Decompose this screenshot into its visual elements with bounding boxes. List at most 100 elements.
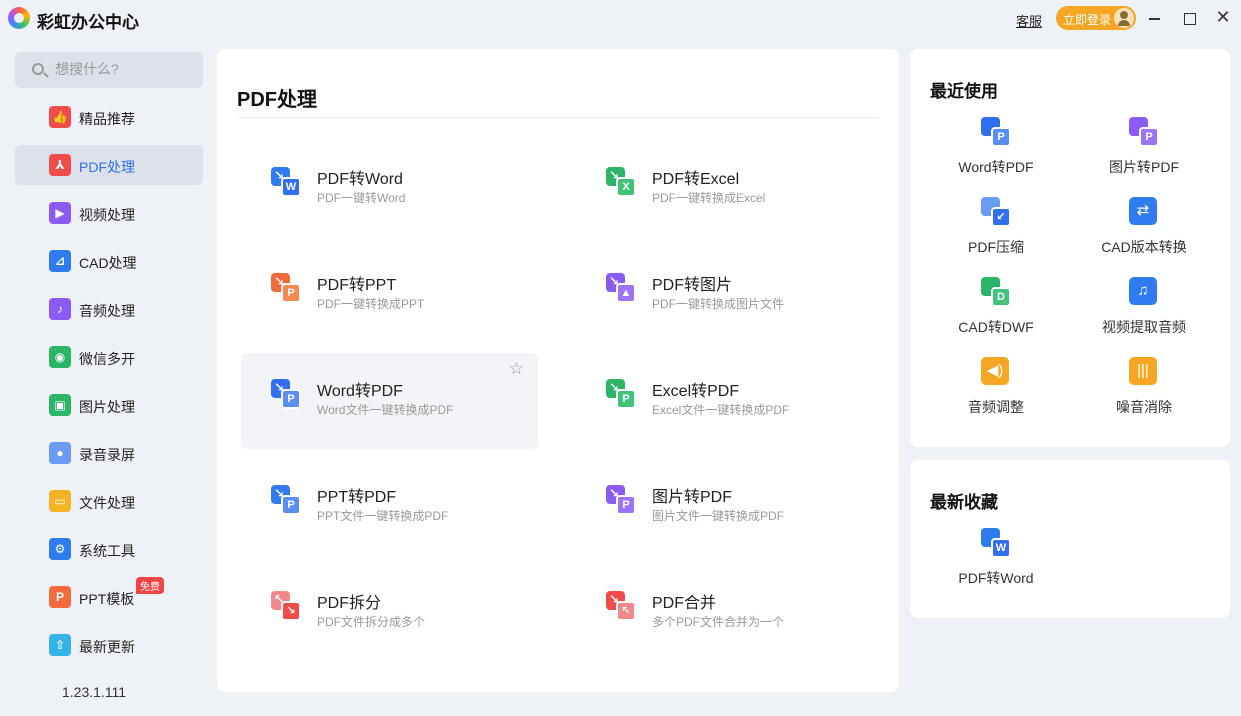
tool-name: PDF合并 bbox=[652, 595, 717, 612]
version-label: 1.23.1.111 bbox=[62, 684, 127, 700]
sidebar-item-label: 精品推荐 bbox=[79, 111, 135, 127]
sidebar-item[interactable]: ⅄ PDF处理 bbox=[15, 145, 203, 185]
app-title: 彩虹办公中心 bbox=[37, 13, 139, 32]
sidebar-item[interactable]: ⇧ 最新更新 bbox=[15, 625, 203, 665]
sidebar-item[interactable]: ▶ 视频处理 bbox=[15, 193, 203, 233]
recent-item-label: 音频调整 bbox=[968, 399, 1024, 415]
sidebar-item-label: PPT模板 bbox=[79, 591, 135, 607]
login-label: 立即登录 bbox=[1063, 13, 1112, 27]
tool-card[interactable]: ↘ P Word转PDF Word文件一键转换成PDF ☆ bbox=[241, 353, 538, 449]
tool-icon: ⇄ bbox=[1129, 197, 1157, 225]
login-button[interactable]: 立即登录 bbox=[1056, 6, 1136, 30]
tool-card[interactable]: ↘ P 图片转PDF 图片文件一键转换成PDF bbox=[576, 459, 873, 555]
tool-description: PDF一键转Word bbox=[317, 191, 406, 205]
search-input[interactable] bbox=[55, 61, 195, 77]
tool-card[interactable]: ↘ ▲ PDF转图片 PDF一键转换成图片文件 bbox=[576, 247, 873, 343]
tool-card[interactable]: ↖ ↘ PDF拆分 PDF文件拆分成多个 bbox=[241, 565, 538, 661]
recent-item[interactable]: ♫ 视频提取音频 bbox=[1070, 277, 1218, 337]
recent-item-label: PDF压缩 bbox=[968, 239, 1024, 255]
ppt-icon: P bbox=[49, 586, 71, 608]
thumbs-up-icon: 👍 bbox=[49, 106, 71, 128]
play-icon: ▶ bbox=[49, 202, 71, 224]
icon-front-shape: P bbox=[1139, 127, 1159, 147]
file-convert-icon: D bbox=[981, 277, 1011, 307]
tool-name: Excel转PDF bbox=[652, 383, 740, 400]
wechat-icon: ◉ bbox=[49, 346, 71, 368]
recent-item-label: 视频提取音频 bbox=[1102, 319, 1186, 335]
minimize-icon[interactable] bbox=[1145, 8, 1165, 28]
tool-name: PDF转PPT bbox=[317, 277, 397, 294]
search-icon bbox=[32, 63, 44, 75]
microphone-icon: ● bbox=[49, 442, 71, 464]
tool-name: PPT转PDF bbox=[317, 489, 397, 506]
tool-card[interactable]: ↘ P PDF转PPT PDF一键转换成PPT bbox=[241, 247, 538, 343]
icon-front-shape: D bbox=[991, 287, 1011, 307]
icon-front-shape: P bbox=[281, 389, 301, 409]
customer-service-link[interactable]: 客服 bbox=[1016, 11, 1042, 30]
sidebar-item[interactable]: ⚙ 系统工具 bbox=[15, 529, 203, 569]
sidebar-item[interactable]: ▣ 图片处理 bbox=[15, 385, 203, 425]
tool-icon: ♫ bbox=[1129, 277, 1157, 305]
file-convert-icon: ↖ ↘ bbox=[271, 591, 301, 621]
file-convert-icon: ↘ P bbox=[606, 379, 636, 409]
recent-item[interactable]: ||| 噪音消除 bbox=[1070, 357, 1218, 417]
file-convert-icon: ↘ P bbox=[271, 485, 301, 515]
tool-icon: ||| bbox=[1129, 357, 1157, 385]
file-convert-icon: ↘ X bbox=[606, 167, 636, 197]
tool-card[interactable]: ↘ W PDF转Word PDF一键转Word bbox=[241, 141, 538, 237]
recent-item[interactable]: ⇄ CAD版本转换 bbox=[1070, 197, 1218, 257]
tool-description: PDF文件拆分成多个 bbox=[317, 615, 426, 629]
file-convert-icon: P bbox=[1129, 117, 1159, 147]
tool-card[interactable]: ↘ P Excel转PDF Excel文件一键转换成PDF bbox=[576, 353, 873, 449]
sidebar-item-label: CAD处理 bbox=[79, 255, 137, 271]
tool-name: PDF转图片 bbox=[652, 277, 733, 294]
icon-front-shape: ▲ bbox=[616, 283, 636, 303]
tool-description: Excel文件一键转换成PDF bbox=[652, 403, 790, 417]
tool-description: PPT文件一键转换成PDF bbox=[317, 509, 449, 523]
sidebar-item[interactable]: ♪ 音频处理 bbox=[15, 289, 203, 329]
icon-front-shape: ↘ bbox=[281, 601, 301, 621]
tool-name: PDF转Excel bbox=[652, 171, 740, 188]
sidebar-item[interactable]: ● 录音录屏 bbox=[15, 433, 203, 473]
icon-front-shape: P bbox=[616, 389, 636, 409]
tool-description: Word文件一键转换成PDF bbox=[317, 403, 454, 417]
sidebar-item[interactable]: ◉ 微信多开 bbox=[15, 337, 203, 377]
search-box[interactable] bbox=[15, 52, 203, 88]
tool-card[interactable]: ↘ P PPT转PDF PPT文件一键转换成PDF bbox=[241, 459, 538, 555]
sidebar-item[interactable]: 👍 精品推荐 bbox=[15, 97, 203, 137]
tool-description: 图片文件一键转换成PDF bbox=[652, 509, 785, 523]
recent-item-label: CAD转DWF bbox=[958, 319, 1034, 335]
sidebar-item-label: 图片处理 bbox=[79, 399, 135, 415]
upload-icon: ⇧ bbox=[49, 634, 71, 656]
sidebar-item-label: 音频处理 bbox=[79, 303, 135, 319]
recent-item[interactable]: P Word转PDF bbox=[922, 117, 1070, 177]
recent-item[interactable]: P 图片转PDF bbox=[1070, 117, 1218, 177]
star-icon[interactable]: ☆ bbox=[509, 359, 524, 379]
sidebar-item-label: 文件处理 bbox=[79, 495, 135, 511]
tool-card[interactable]: ↘ X PDF转Excel PDF一键转换成Excel bbox=[576, 141, 873, 237]
title-bar: 彩虹办公中心 客服 立即登录 ✕ bbox=[0, 0, 1241, 37]
sidebar-item[interactable]: ▭ 文件处理 bbox=[15, 481, 203, 521]
sidebar-item[interactable]: ⊿ CAD处理 bbox=[15, 241, 203, 281]
recent-item[interactable]: D CAD转DWF bbox=[922, 277, 1070, 337]
tool-card[interactable]: ↘ ↖ PDF合并 多个PDF文件合并为一个 bbox=[576, 565, 873, 661]
file-convert-icon: ↘ P bbox=[271, 273, 301, 303]
sidebar-item-label: 视频处理 bbox=[79, 207, 135, 223]
maximize-icon[interactable] bbox=[1179, 8, 1199, 28]
tool-name: PDF拆分 bbox=[317, 595, 382, 612]
file-convert-icon: P bbox=[981, 117, 1011, 147]
tool-name: 图片转PDF bbox=[652, 489, 733, 506]
icon-front-shape: W bbox=[991, 538, 1011, 558]
sidebar-item[interactable]: P PPT模板 免费 bbox=[15, 577, 203, 617]
recent-item[interactable]: ↙ PDF压缩 bbox=[922, 197, 1070, 257]
music-note-icon: ♪ bbox=[49, 298, 71, 320]
recent-item-label: Word转PDF bbox=[958, 159, 1034, 175]
recent-item[interactable]: ◀) 音频调整 bbox=[922, 357, 1070, 417]
recent-title: 最近使用 bbox=[930, 82, 998, 101]
favorite-item[interactable]: W PDF转Word bbox=[922, 528, 1070, 588]
icon-front-shape: P bbox=[281, 495, 301, 515]
free-badge: 免费 bbox=[136, 577, 164, 594]
close-icon[interactable]: ✕ bbox=[1213, 8, 1233, 28]
tool-description: PDF一键转换成Excel bbox=[652, 191, 766, 205]
sidebar-nav: 👍 精品推荐 ⅄ PDF处理 ▶ 视频处理 ⊿ CAD处理 ♪ 音频处理 ◉ 微信多开 ▣ 图片处理 ● 录音… bbox=[15, 97, 203, 673]
